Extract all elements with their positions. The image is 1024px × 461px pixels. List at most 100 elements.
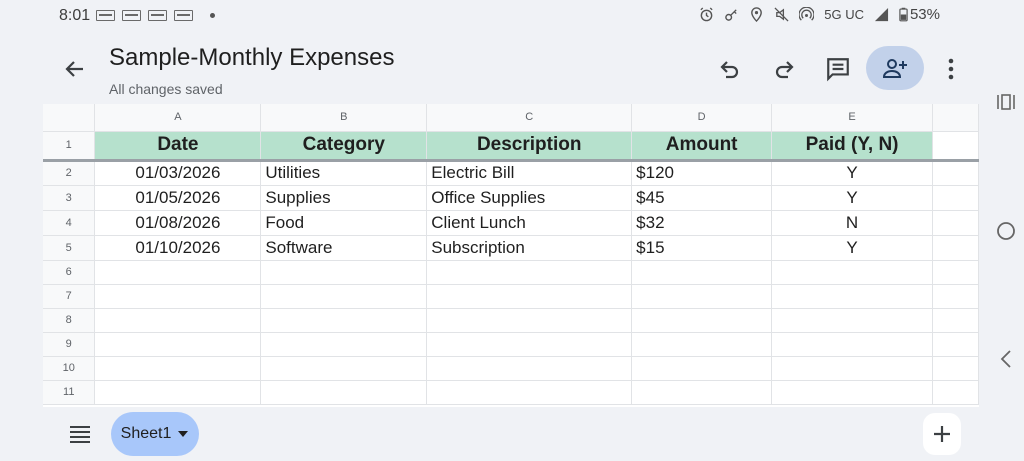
cell-paid[interactable]: Y [771,235,934,261]
row-header[interactable]: 11 [43,380,96,405]
cell-header-paid[interactable]: Paid (Y, N) [771,131,934,162]
cell-description[interactable]: Office Supplies [426,185,633,211]
undo-button[interactable] [713,52,747,86]
grid-cell[interactable] [426,308,633,333]
row-header[interactable]: 6 [43,260,96,285]
grid-cell[interactable] [932,235,979,261]
grid-cell[interactable] [932,210,979,236]
cell-paid[interactable]: Y [771,185,934,211]
cell-category[interactable]: Utilities [260,160,428,186]
cell-amount[interactable]: $120 [631,160,773,186]
cell-description[interactable]: Client Lunch [426,210,633,236]
row-header[interactable]: 1 [43,131,96,162]
grid-cell[interactable] [932,356,979,381]
grid-cell[interactable] [932,260,979,285]
share-button[interactable] [866,46,924,90]
column-header-e[interactable]: E [771,104,934,132]
column-header-a[interactable]: A [94,104,262,132]
sheet-tab[interactable]: Sheet1 [111,412,199,456]
cell-category[interactable]: Software [260,235,428,261]
row-header[interactable]: 8 [43,308,96,333]
cell-category[interactable]: Food [260,210,428,236]
nav-back-button[interactable] [994,347,1018,371]
sheets-list-icon [70,426,90,443]
cell-paid[interactable]: N [771,210,934,236]
select-all-corner[interactable] [43,104,96,132]
row-header[interactable]: 5 [43,235,96,261]
cell-description[interactable]: Subscription [426,235,633,261]
back-button[interactable] [60,54,90,84]
home-button[interactable] [994,219,1018,243]
more-options-button[interactable] [934,52,968,86]
grid-cell[interactable] [94,332,262,357]
row-header[interactable]: 7 [43,284,96,309]
column-header-d[interactable]: D [631,104,773,132]
recent-apps-button[interactable] [994,90,1018,114]
grid-cell[interactable] [771,260,934,285]
grid-cell[interactable] [94,356,262,381]
column-header-c[interactable]: C [426,104,633,132]
cell-header-date[interactable]: Date [94,131,262,162]
grid-cell[interactable] [771,332,934,357]
grid-cell[interactable] [260,308,428,333]
column-header-f[interactable] [932,104,979,132]
cell-header-amount[interactable]: Amount [631,131,773,162]
grid-cell[interactable] [94,284,262,309]
grid-cell[interactable] [771,356,934,381]
grid-cell[interactable] [94,308,262,333]
grid-cell[interactable] [260,356,428,381]
cell-date[interactable]: 01/05/2026 [94,185,262,211]
cell-amount[interactable]: $15 [631,235,773,261]
row-header[interactable]: 10 [43,356,96,381]
grid-cell[interactable] [932,160,979,186]
grid-cell[interactable] [932,131,979,162]
row-header[interactable]: 9 [43,332,96,357]
grid-cell[interactable] [260,284,428,309]
table-row: 4 01/08/2026 Food Client Lunch $32 N [43,210,979,236]
row-header[interactable]: 3 [43,185,96,211]
cell-description[interactable]: Electric Bill [426,160,633,186]
cell-amount[interactable]: $32 [631,210,773,236]
document-title[interactable]: Sample-Monthly Expenses [109,44,394,72]
grid-cell[interactable] [631,308,773,333]
grid-cell[interactable] [426,284,633,309]
row-header[interactable]: 4 [43,210,96,236]
grid-cell[interactable] [771,284,934,309]
grid-cell[interactable] [631,260,773,285]
grid-cell[interactable] [260,332,428,357]
grid-cell[interactable] [932,332,979,357]
grid-cell[interactable] [426,332,633,357]
grid-cell[interactable] [631,356,773,381]
all-sheets-button[interactable] [68,424,92,444]
cell-header-category[interactable]: Category [260,131,428,162]
grid-cell[interactable] [771,380,934,405]
add-person-icon [882,59,907,78]
grid-cell[interactable] [932,308,979,333]
grid-cell[interactable] [260,260,428,285]
cell-date[interactable]: 01/03/2026 [94,160,262,186]
grid-cell[interactable] [932,380,979,405]
grid-cell[interactable] [94,260,262,285]
column-header-b[interactable]: B [260,104,428,132]
add-sheet-button[interactable] [923,413,961,455]
grid-cell[interactable] [426,380,633,405]
cell-category[interactable]: Supplies [260,185,428,211]
cell-date[interactable]: 01/08/2026 [94,210,262,236]
grid-cell[interactable] [932,185,979,211]
redo-button[interactable] [767,52,801,86]
grid-cell[interactable] [631,284,773,309]
grid-cell[interactable] [631,332,773,357]
cell-paid[interactable]: Y [771,160,934,186]
cell-header-description[interactable]: Description [426,131,633,162]
grid-cell[interactable] [94,380,262,405]
grid-cell[interactable] [260,380,428,405]
grid-cell[interactable] [426,356,633,381]
cell-date[interactable]: 01/10/2026 [94,235,262,261]
comment-button[interactable] [821,52,855,86]
grid-cell[interactable] [631,380,773,405]
grid-cell[interactable] [771,308,934,333]
cell-amount[interactable]: $45 [631,185,773,211]
grid-cell[interactable] [426,260,633,285]
row-header[interactable]: 2 [43,160,96,186]
grid-cell[interactable] [932,284,979,309]
